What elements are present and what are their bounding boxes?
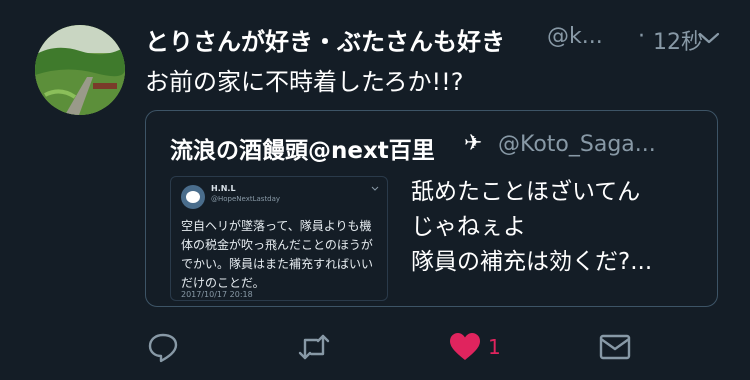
separator-dot: ·	[638, 24, 645, 49]
reply-icon	[148, 333, 178, 363]
quoted-tweet-text: 舐めたことほざいてん じゃねぇよ 隊員の補充は効くだ?...	[411, 175, 652, 280]
embed-text-line: 空自ヘリが墜落って、隊員よりも機	[181, 219, 372, 233]
mail-icon	[599, 334, 631, 360]
tweet-text: お前の家に不時着したろか!!?	[145, 68, 464, 96]
retweet-icon	[298, 334, 330, 360]
quoted-text-line: 隊員の補充は効くだ?...	[411, 249, 653, 275]
timestamp[interactable]: 12秒	[653, 24, 703, 56]
embed-tweet-text: 空自ヘリが墜落って、隊員よりも機 体の税金が吹っ飛んだことのほうが でかい。隊員…	[181, 217, 373, 293]
reply-button[interactable]	[146, 330, 180, 364]
airplane-icon: ✈	[464, 131, 483, 156]
embed-chevron-down-icon	[371, 186, 379, 191]
heart-icon	[450, 333, 480, 360]
chevron-down-icon[interactable]	[697, 30, 721, 46]
embed-display-name: H.N.L	[211, 184, 236, 193]
quoted-tweet[interactable]: 流浪の酒饅頭@next百里 ✈ @Koto_Saga... H.N.L @Hop…	[145, 110, 718, 307]
tweet[interactable]: とりさんが好き・ぶたさんも好き @k... · 12秒 お前の家に不時着したろか…	[0, 0, 750, 380]
quoted-media-image[interactable]: H.N.L @HopeNextLastday 空自ヘリが墜落って、隊員よりも機 …	[170, 176, 388, 301]
embed-date: 2017/10/17 20:18	[181, 290, 253, 299]
action-bar: 1	[0, 322, 750, 372]
quoted-user-handle: @Koto_Saga...	[498, 132, 656, 157]
display-name[interactable]: とりさんが好き・ぶたさんも好き	[145, 22, 505, 57]
avatar[interactable]	[35, 25, 125, 115]
embed-text-line: 体の税金が吹っ飛んだことのほうが	[181, 238, 373, 252]
quoted-display-name: 流浪の酒饅頭@next百里	[170, 138, 435, 164]
like-button[interactable]	[448, 330, 482, 364]
embed-user-handle: @HopeNextLastday	[211, 195, 281, 203]
embed-text-line: でかい。隊員はまた補充すればいい	[181, 257, 374, 271]
quoted-text-line: 舐めたことほざいてん	[411, 179, 641, 205]
tweet-header: とりさんが好き・ぶたさんも好き @k... · 12秒	[145, 20, 735, 56]
user-handle[interactable]: @k...	[547, 24, 603, 49]
retweet-button[interactable]	[297, 330, 331, 364]
quoted-text-line: じゃねぇよ	[411, 214, 526, 240]
avatar-image	[35, 25, 125, 115]
like-count: 1	[488, 335, 501, 359]
direct-message-button[interactable]	[598, 330, 632, 364]
embed-avatar	[181, 185, 205, 209]
